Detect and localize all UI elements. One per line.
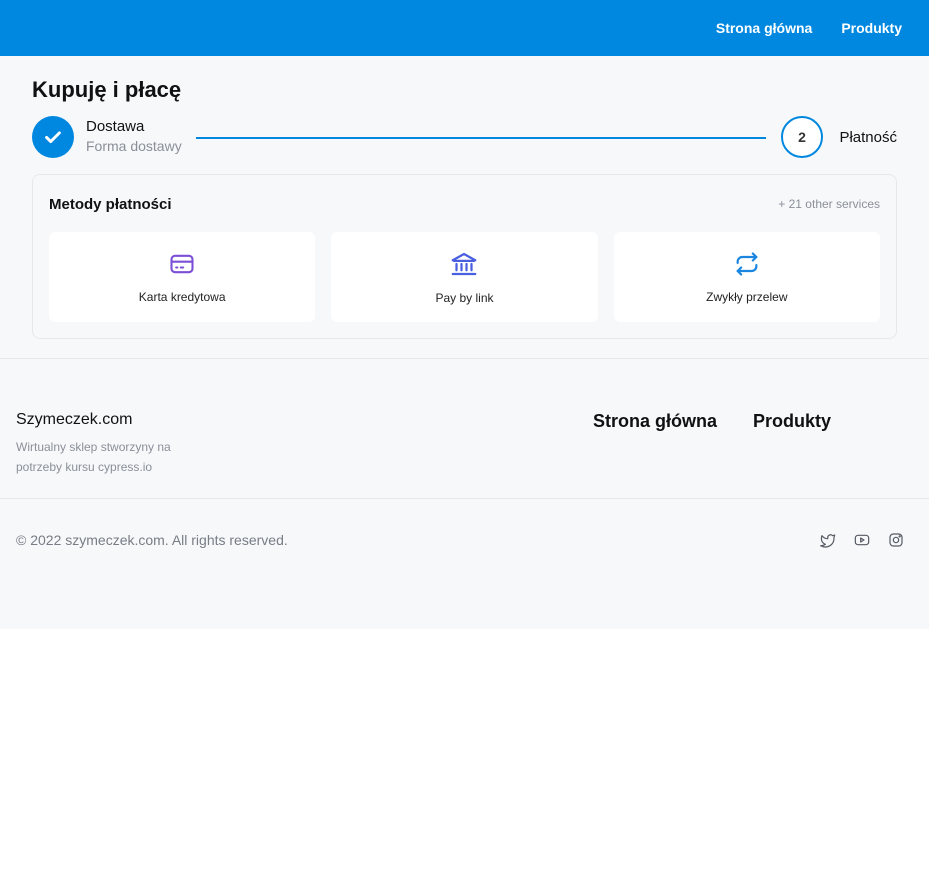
youtube-icon[interactable] bbox=[854, 532, 870, 548]
footer-description: Wirtualny sklep stworzyny na potrzeby ku… bbox=[16, 440, 171, 474]
page-title: Kupuję i płacę bbox=[32, 77, 182, 102]
other-services-count: + 21 other services bbox=[778, 197, 880, 211]
step-delivery-label: Dostawa bbox=[86, 118, 145, 135]
nav-products-link[interactable]: Produkty bbox=[841, 20, 902, 36]
footer: Szymeczek.com Wirtualny sklep stworzyny … bbox=[0, 359, 929, 629]
nav-home-link[interactable]: Strona główna bbox=[716, 20, 812, 36]
payment-method-label: Pay by link bbox=[435, 291, 494, 305]
footer-nav-home-link[interactable]: Strona główna bbox=[593, 411, 717, 432]
transfer-icon bbox=[736, 252, 758, 276]
payment-methods-title: Metody płatności bbox=[49, 195, 172, 213]
instagram-icon[interactable] bbox=[888, 532, 904, 548]
step-payment-number[interactable]: 2 bbox=[781, 116, 823, 158]
payment-method-label: Karta kredytowa bbox=[138, 290, 226, 304]
payment-method-credit-card[interactable]: Karta kredytowa bbox=[49, 232, 316, 322]
checkout-stepper: Dostawa Forma dostawy 2 Płatność bbox=[32, 116, 897, 160]
checkout-main: Kupuję i płacę Dostawa Forma dostawy 2 P… bbox=[0, 56, 929, 358]
credit-card-icon bbox=[170, 254, 194, 274]
twitter-icon[interactable] bbox=[820, 532, 836, 548]
step-delivery-done[interactable] bbox=[32, 116, 74, 158]
page: Strona główna Produkty Kupuję i płacę Do… bbox=[0, 0, 929, 629]
payment-methods-card: Metody płatności + 21 other services Kar… bbox=[32, 174, 897, 339]
step-connector bbox=[196, 137, 766, 139]
payment-method-bank-transfer[interactable]: Zwykły przelew bbox=[613, 232, 880, 322]
copyright-text: © 2022 szymeczek.com. All rights reserve… bbox=[16, 532, 288, 548]
social-links bbox=[820, 532, 904, 548]
payment-method-pay-by-link[interactable]: Pay by link bbox=[331, 232, 598, 322]
step-payment-label: Płatność bbox=[839, 129, 897, 146]
step-delivery-text: Dostawa Forma dostawy bbox=[86, 118, 182, 154]
footer-nav-products-link[interactable]: Produkty bbox=[753, 411, 831, 432]
top-navbar: Strona główna Produkty bbox=[0, 0, 929, 56]
step-delivery-sublabel: Forma dostawy bbox=[86, 138, 182, 154]
footer-brand: Szymeczek.com bbox=[16, 411, 133, 428]
check-icon bbox=[45, 131, 61, 144]
payment-method-label: Zwykły przelew bbox=[706, 290, 788, 304]
bank-icon bbox=[452, 252, 477, 276]
